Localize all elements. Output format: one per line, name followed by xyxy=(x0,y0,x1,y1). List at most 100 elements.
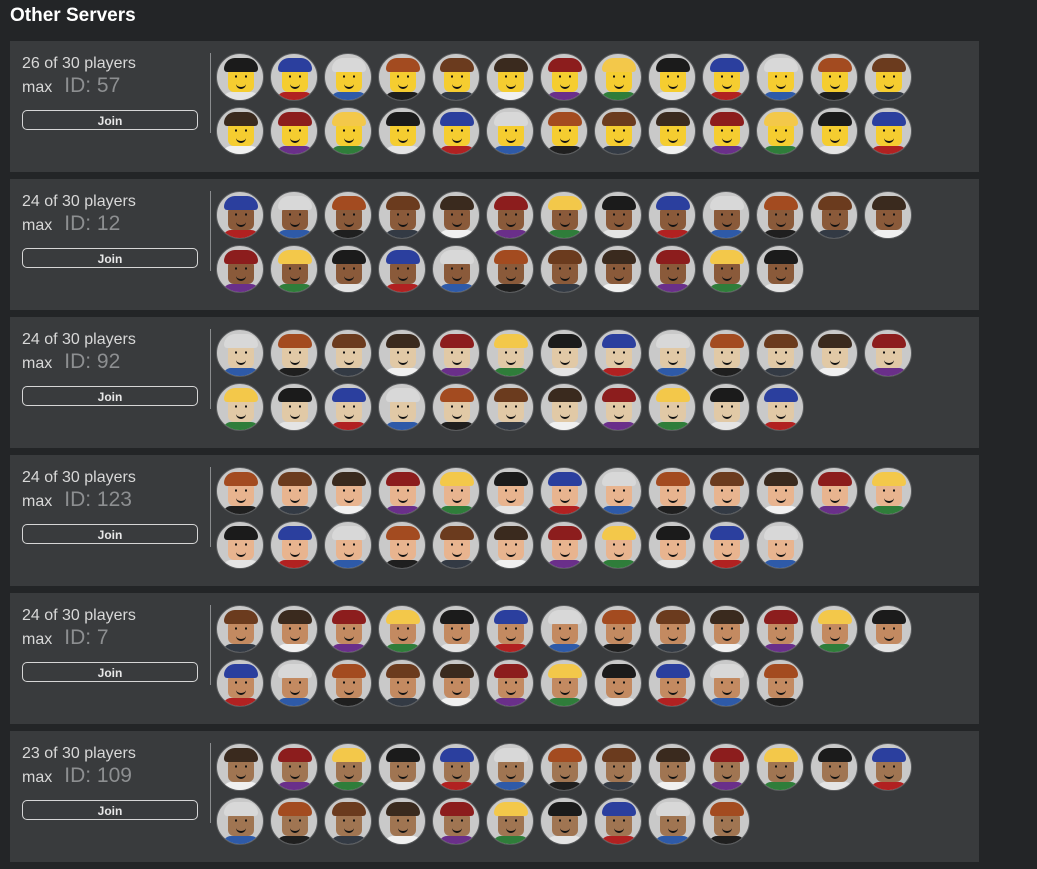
player-avatar[interactable] xyxy=(486,191,534,239)
join-button[interactable]: Join xyxy=(22,800,198,820)
player-avatar[interactable] xyxy=(594,605,642,653)
player-avatar[interactable] xyxy=(270,467,318,515)
join-button[interactable]: Join xyxy=(22,524,198,544)
player-avatar[interactable] xyxy=(378,383,426,431)
player-avatar[interactable] xyxy=(270,659,318,707)
player-avatar[interactable] xyxy=(378,659,426,707)
player-avatar[interactable] xyxy=(648,659,696,707)
player-avatar[interactable] xyxy=(486,743,534,791)
player-avatar[interactable] xyxy=(702,743,750,791)
player-avatar[interactable] xyxy=(594,191,642,239)
player-avatar[interactable] xyxy=(540,659,588,707)
player-avatar[interactable] xyxy=(324,329,372,377)
player-avatar[interactable] xyxy=(864,191,912,239)
player-avatar[interactable] xyxy=(378,743,426,791)
player-avatar[interactable] xyxy=(702,53,750,101)
player-avatar[interactable] xyxy=(648,521,696,569)
player-avatar[interactable] xyxy=(756,191,804,239)
player-avatar[interactable] xyxy=(378,521,426,569)
player-avatar[interactable] xyxy=(432,797,480,845)
player-avatar[interactable] xyxy=(540,329,588,377)
player-avatar[interactable] xyxy=(540,467,588,515)
player-avatar[interactable] xyxy=(540,605,588,653)
player-avatar[interactable] xyxy=(540,797,588,845)
player-avatar[interactable] xyxy=(702,107,750,155)
player-avatar[interactable] xyxy=(270,245,318,293)
player-avatar[interactable] xyxy=(756,467,804,515)
player-avatar[interactable] xyxy=(324,191,372,239)
player-avatar[interactable] xyxy=(432,107,480,155)
player-avatar[interactable] xyxy=(594,797,642,845)
player-avatar[interactable] xyxy=(270,107,318,155)
player-avatar[interactable] xyxy=(378,107,426,155)
player-avatar[interactable] xyxy=(810,743,858,791)
player-avatar[interactable] xyxy=(216,245,264,293)
player-avatar[interactable] xyxy=(702,467,750,515)
player-avatar[interactable] xyxy=(378,605,426,653)
player-avatar[interactable] xyxy=(324,467,372,515)
player-avatar[interactable] xyxy=(432,743,480,791)
player-avatar[interactable] xyxy=(594,521,642,569)
join-button[interactable]: Join xyxy=(22,110,198,130)
player-avatar[interactable] xyxy=(324,797,372,845)
player-avatar[interactable] xyxy=(216,383,264,431)
player-avatar[interactable] xyxy=(486,659,534,707)
player-avatar[interactable] xyxy=(378,329,426,377)
join-button[interactable]: Join xyxy=(22,386,198,406)
player-avatar[interactable] xyxy=(594,383,642,431)
player-avatar[interactable] xyxy=(648,383,696,431)
player-avatar[interactable] xyxy=(594,245,642,293)
player-avatar[interactable] xyxy=(270,521,318,569)
player-avatar[interactable] xyxy=(756,329,804,377)
player-avatar[interactable] xyxy=(648,53,696,101)
player-avatar[interactable] xyxy=(540,53,588,101)
player-avatar[interactable] xyxy=(270,383,318,431)
player-avatar[interactable] xyxy=(540,191,588,239)
player-avatar[interactable] xyxy=(324,659,372,707)
player-avatar[interactable] xyxy=(648,467,696,515)
player-avatar[interactable] xyxy=(648,797,696,845)
player-avatar[interactable] xyxy=(702,329,750,377)
player-avatar[interactable] xyxy=(324,53,372,101)
player-avatar[interactable] xyxy=(810,605,858,653)
player-avatar[interactable] xyxy=(702,659,750,707)
player-avatar[interactable] xyxy=(270,605,318,653)
player-avatar[interactable] xyxy=(702,605,750,653)
player-avatar[interactable] xyxy=(216,191,264,239)
player-avatar[interactable] xyxy=(756,107,804,155)
player-avatar[interactable] xyxy=(324,521,372,569)
player-avatar[interactable] xyxy=(432,191,480,239)
player-avatar[interactable] xyxy=(486,797,534,845)
player-avatar[interactable] xyxy=(756,53,804,101)
player-avatar[interactable] xyxy=(324,245,372,293)
player-avatar[interactable] xyxy=(540,245,588,293)
player-avatar[interactable] xyxy=(702,383,750,431)
player-avatar[interactable] xyxy=(648,191,696,239)
player-avatar[interactable] xyxy=(432,659,480,707)
player-avatar[interactable] xyxy=(648,245,696,293)
player-avatar[interactable] xyxy=(432,521,480,569)
player-avatar[interactable] xyxy=(432,53,480,101)
player-avatar[interactable] xyxy=(216,743,264,791)
player-avatar[interactable] xyxy=(486,383,534,431)
join-button[interactable]: Join xyxy=(22,662,198,682)
player-avatar[interactable] xyxy=(432,605,480,653)
player-avatar[interactable] xyxy=(756,659,804,707)
player-avatar[interactable] xyxy=(216,521,264,569)
player-avatar[interactable] xyxy=(702,521,750,569)
player-avatar[interactable] xyxy=(270,53,318,101)
player-avatar[interactable] xyxy=(594,53,642,101)
player-avatar[interactable] xyxy=(216,107,264,155)
player-avatar[interactable] xyxy=(270,743,318,791)
player-avatar[interactable] xyxy=(594,743,642,791)
player-avatar[interactable] xyxy=(378,797,426,845)
player-avatar[interactable] xyxy=(810,191,858,239)
player-avatar[interactable] xyxy=(702,245,750,293)
player-avatar[interactable] xyxy=(486,329,534,377)
player-avatar[interactable] xyxy=(756,521,804,569)
join-button[interactable]: Join xyxy=(22,248,198,268)
player-avatar[interactable] xyxy=(378,191,426,239)
player-avatar[interactable] xyxy=(702,191,750,239)
player-avatar[interactable] xyxy=(540,521,588,569)
player-avatar[interactable] xyxy=(270,797,318,845)
